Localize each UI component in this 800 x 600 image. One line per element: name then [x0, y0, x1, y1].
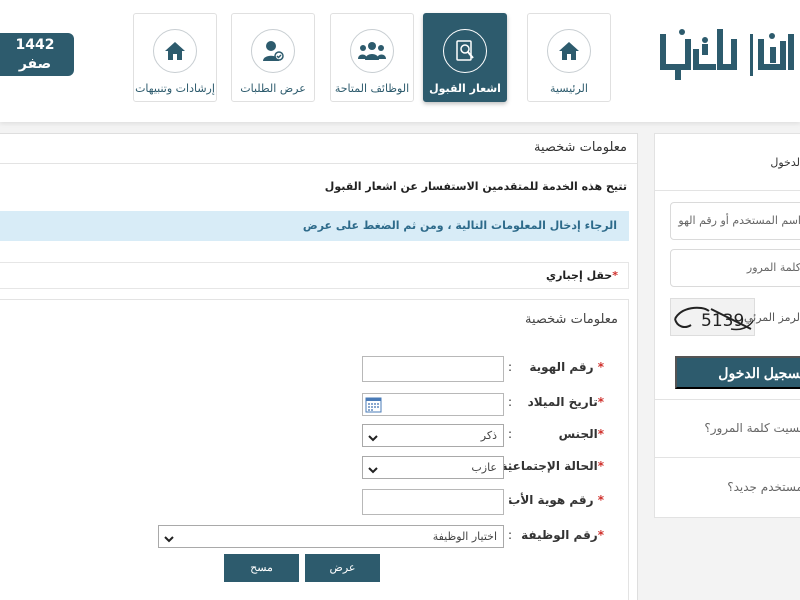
hijri-month: صفر: [18, 56, 52, 72]
new-user-link[interactable]: مستخدم جديد؟: [727, 480, 800, 494]
service-description: تتيح هذه الخدمة للمتقدمين الاستفسار عن ا…: [324, 180, 627, 193]
acceptance-notice-icon: [443, 29, 487, 73]
divider: [655, 399, 800, 400]
job-select[interactable]: اختيار الوظيفة: [158, 525, 504, 548]
login-button[interactable]: تسجيل الدخول: [675, 356, 800, 389]
info-alert-text: الرجاء إدخال المعلومات التالية ، ومن ثم …: [302, 219, 617, 232]
info-alert: الرجاء إدخال المعلومات التالية ، ومن ثم …: [0, 211, 629, 241]
colon: :: [508, 528, 513, 542]
site-logo: [658, 22, 800, 88]
section-title: معلومات شخصية: [534, 140, 627, 155]
captcha-label: الرمز المرئي: [743, 311, 800, 324]
nav-home-label: الرئيسية: [550, 82, 588, 95]
nav-view-requests-label: عرض الطلبات: [240, 82, 306, 95]
nav-acceptance-notice-label: اشعار القبول: [429, 82, 501, 95]
login-title: الدخول: [770, 156, 800, 169]
main-content-card: معلومات شخصية تتيح هذه الخدمة للمتقدمين …: [0, 133, 638, 600]
national-id-input[interactable]: [362, 356, 504, 382]
colon: :: [508, 395, 513, 409]
job-selected-value: اختيار الوظيفة: [432, 530, 497, 543]
marital-status-label: الحالة الإجتماعية*: [500, 459, 604, 473]
father-id-input[interactable]: [362, 489, 504, 515]
divider: [0, 163, 637, 164]
required-star: *: [612, 269, 618, 282]
forgot-password-link[interactable]: نسيت كلمة المرور؟: [704, 421, 800, 435]
gender-selected-value: ذكر: [480, 429, 497, 442]
home-icon: [547, 29, 591, 73]
nav-acceptance-notice[interactable]: اشعار القبول: [423, 13, 507, 102]
chevron-down-icon: [368, 432, 378, 445]
marital-status-selected-value: عازب: [471, 461, 497, 474]
form-title: معلومات شخصية: [525, 312, 618, 327]
nav-view-requests[interactable]: عرض الطلبات: [231, 13, 315, 102]
password-placeholder: كلمة المرور: [746, 261, 800, 274]
hijri-year: 1442: [15, 37, 55, 53]
chevron-down-icon: [164, 533, 174, 546]
username-input[interactable]: اسم المستخدم أو رقم الهو: [670, 202, 800, 240]
hijri-date-badge: 1442 صفر: [0, 33, 74, 76]
required-field-note: حقل إجباري*: [0, 262, 629, 289]
chevron-down-icon: [368, 464, 378, 477]
colon: :: [508, 360, 513, 374]
birth-date-input[interactable]: [362, 393, 504, 416]
colon: :: [508, 459, 513, 473]
colon: :: [508, 493, 513, 507]
gender-label: الجنس*: [558, 427, 604, 441]
site-header: 1442 صفر إرشادات وتنبيهات عرض الطلبات ال…: [0, 0, 800, 122]
clear-button[interactable]: مسح: [224, 554, 299, 582]
user-check-icon: [251, 29, 295, 73]
gender-select[interactable]: ذكر: [362, 424, 504, 447]
required-note-text: حقل إجباري: [546, 269, 613, 282]
nav-home[interactable]: الرئيسية: [527, 13, 611, 102]
national-id-label: رقم الهوية *: [529, 360, 604, 374]
birth-date-label: تاريخ الميلاد*: [527, 395, 604, 409]
divider: [655, 190, 800, 191]
home-icon: [153, 29, 197, 73]
username-placeholder: اسم المستخدم أو رقم الهو: [678, 214, 800, 227]
divider: [655, 457, 800, 458]
colon: :: [508, 427, 513, 441]
login-panel: الدخول اسم المستخدم أو رقم الهو كلمة الم…: [654, 133, 800, 518]
father-id-label: رقم هوية الأب *: [508, 493, 604, 507]
password-input[interactable]: كلمة المرور: [670, 249, 800, 287]
marital-status-select[interactable]: عازب: [362, 456, 504, 479]
captcha-image: 5139: [670, 298, 755, 336]
nav-available-jobs[interactable]: الوظائف المتاحة: [330, 13, 414, 102]
job-number-label: رقم الوظيفة*: [521, 528, 604, 542]
nav-available-jobs-label: الوظائف المتاحة: [334, 82, 410, 95]
calendar-icon[interactable]: [365, 396, 382, 417]
group-users-icon: [350, 29, 394, 73]
nav-guidelines-label: إرشادات وتنبيهات: [135, 82, 215, 95]
show-button[interactable]: عرض: [305, 554, 380, 582]
nav-guidelines[interactable]: إرشادات وتنبيهات: [133, 13, 217, 102]
